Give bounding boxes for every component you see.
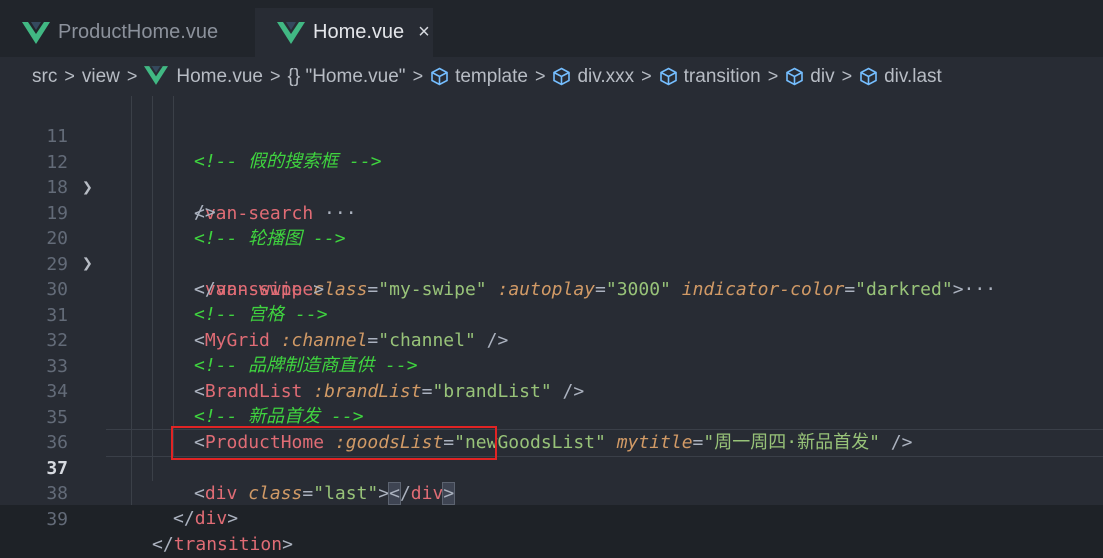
code-line: 18 /> bbox=[0, 149, 1103, 224]
breadcrumb: src > view > Home.vue > {} "Home.vue" > … bbox=[0, 57, 1103, 96]
tab-label: Home.vue bbox=[313, 21, 405, 43]
editor-tab-bar: ProductHome.vue Home.vue × bbox=[0, 0, 1103, 57]
code-text: </transition> bbox=[152, 534, 293, 555]
vue-file-icon bbox=[144, 65, 169, 88]
breadcrumb-item-div[interactable]: div bbox=[785, 66, 835, 88]
cube-icon bbox=[430, 67, 449, 86]
code-line: 33 <BrandList :brandList="brandList" /> bbox=[0, 328, 1103, 403]
code-line: 11 <!-- 假的搜索框 --> bbox=[0, 98, 1103, 173]
code-line: 20 ❯ <van-swipe class="my-swipe" :autopl… bbox=[0, 200, 1103, 300]
code-line: 36 bbox=[0, 404, 1103, 453]
code-line: 39 </transition> bbox=[0, 481, 1103, 556]
breadcrumb-item-div-last[interactable]: div.last bbox=[859, 66, 942, 88]
chevron-right-icon: > bbox=[767, 66, 779, 86]
breadcrumb-item-module[interactable]: {} "Home.vue" bbox=[288, 66, 406, 88]
tab-home-vue[interactable]: Home.vue × bbox=[255, 8, 433, 57]
code-line: 38 </div> bbox=[0, 455, 1103, 530]
breadcrumb-item-template[interactable]: template bbox=[430, 66, 528, 88]
cube-icon bbox=[785, 67, 804, 86]
breadcrumb-item-div-xxx[interactable]: div.xxx bbox=[552, 66, 634, 88]
vue-file-icon bbox=[277, 21, 305, 44]
code-line: 31 <MyGrid :channel="channel" /> bbox=[0, 277, 1103, 352]
tab-label: ProductHome.vue bbox=[58, 21, 219, 43]
cube-icon bbox=[552, 67, 571, 86]
chevron-right-icon: > bbox=[64, 66, 75, 86]
code-line: 34 <!-- 新品首发 --> bbox=[0, 353, 1103, 428]
breadcrumb-item-transition[interactable]: transition bbox=[659, 66, 761, 88]
code-line-current: 37 <div class="last"></div> bbox=[0, 430, 1103, 505]
chevron-right-icon: > bbox=[534, 66, 546, 86]
chevron-right-icon: > bbox=[841, 66, 853, 86]
code-line: 19 <!-- 轮播图 --> bbox=[0, 175, 1103, 250]
code-line: 35 <ProductHome :goodsList="newGoodsList… bbox=[0, 379, 1103, 454]
breadcrumb-item-src[interactable]: src bbox=[32, 66, 57, 88]
cube-icon bbox=[659, 67, 678, 86]
line-number: 39 bbox=[46, 508, 68, 530]
breadcrumb-item-view[interactable]: view bbox=[82, 66, 120, 88]
chevron-right-icon: > bbox=[126, 66, 138, 86]
highlight-annotation-box bbox=[171, 426, 497, 460]
vue-file-icon bbox=[22, 21, 50, 44]
chevron-right-icon: > bbox=[412, 66, 424, 86]
code-text: </div> bbox=[173, 508, 239, 529]
code-line: 29 </van-swipe> bbox=[0, 226, 1103, 301]
code-line: 32 <!-- 品牌制造商直供 --> bbox=[0, 302, 1103, 377]
code-line: 30 <!-- 宫格 --> bbox=[0, 251, 1103, 326]
tab-producthome-vue[interactable]: ProductHome.vue bbox=[0, 8, 255, 57]
code-line: 12 ❯ <van-search ··· bbox=[0, 124, 1103, 224]
chevron-right-icon: > bbox=[269, 66, 281, 86]
chevron-right-icon: > bbox=[641, 66, 652, 86]
breadcrumb-item-home-vue[interactable]: Home.vue bbox=[144, 66, 263, 88]
close-icon[interactable]: × bbox=[418, 21, 430, 44]
cube-icon bbox=[859, 67, 878, 86]
